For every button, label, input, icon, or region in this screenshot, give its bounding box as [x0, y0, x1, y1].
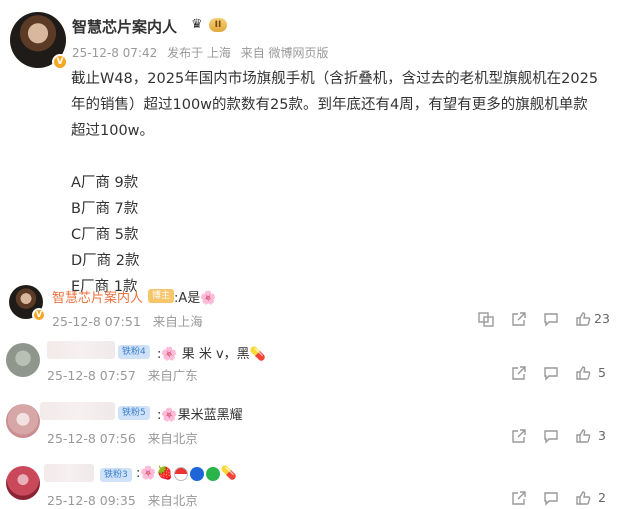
comment-item: 铁粉4 :🌸 果 米 v，黑💊 25-12-8 07:57 来自广东 5	[0, 341, 620, 385]
flower-emoji-icon: 🌸	[161, 408, 178, 423]
commenter-name[interactable]: 智慧芯片案内人	[52, 287, 143, 306]
commenter-name-blurred[interactable]	[44, 464, 94, 482]
comment-meta: 25-12-8 09:35 来自北京	[47, 490, 206, 509]
body-line: 截止W48，2025年国内市场旗舰手机（含折叠机，含过去的老机型旗舰机在2025	[71, 71, 599, 87]
comment-location: 来自广东	[147, 368, 198, 383]
like-count: 5	[598, 365, 606, 380]
comment-icon[interactable]	[541, 309, 561, 329]
verified-icon: V	[52, 54, 68, 70]
crown-icon: ♛	[191, 17, 203, 32]
like-icon[interactable]	[573, 309, 593, 329]
vendor-line: C厂商 5款	[71, 227, 139, 243]
commenter-avatar[interactable]	[6, 404, 40, 438]
comment-icon[interactable]	[541, 363, 561, 383]
post-body: 截止W48，2025年国内市场旗舰手机（含折叠机，含过去的老机型旗舰机在2025…	[71, 66, 611, 300]
comment-time: 25-12-8 09:35	[47, 493, 136, 508]
share-icon[interactable]	[509, 488, 529, 508]
pill-emoji-icon: 💊	[220, 466, 237, 481]
like-count: 3	[598, 428, 606, 443]
share-icon[interactable]	[509, 309, 529, 329]
share-icon[interactable]	[509, 363, 529, 383]
comment-location: 来自北京	[147, 493, 198, 508]
commenter-name-blurred[interactable]	[47, 341, 115, 359]
post-header: V 智慧芯片案内人 ♛ II 25-12-8 07:42 发布于 上海 来自 微…	[10, 10, 610, 70]
like-icon[interactable]	[573, 426, 593, 446]
commenter-name-blurred[interactable]	[40, 402, 115, 420]
comment-icon[interactable]	[541, 488, 561, 508]
verified-icon: V	[32, 308, 46, 322]
comment-text: :🌸 果 米 v，黑💊	[157, 343, 266, 362]
like-count: 2	[598, 490, 606, 505]
comment-text: :🌸🍓 💊	[136, 466, 237, 481]
vendor-line: B厂商 7款	[71, 201, 139, 217]
post-meta: 25-12-8 07:42 发布于 上海 来自 微博网页版	[72, 44, 335, 61]
author-name[interactable]: 智慧芯片案内人	[72, 16, 177, 37]
green-circle-icon	[205, 466, 220, 481]
comment-item: 铁粉3 :🌸🍓 💊 25-12-8 09:35 来自北京 2	[0, 464, 620, 508]
comment-item: 铁粉5 :🌸果米蓝黑耀 25-12-8 07:56 来自北京 3	[0, 402, 620, 446]
post-time[interactable]: 25-12-8 07:42	[72, 46, 157, 60]
owner-tag: 博主	[148, 289, 175, 303]
translate-icon[interactable]	[476, 309, 496, 329]
strawberry-emoji-icon: 🍓	[156, 466, 173, 481]
vendor-line: A厂商 9款	[71, 175, 139, 191]
vendor-line: D厂商 2款	[71, 253, 140, 269]
comment-meta: 25-12-8 07:51 来自上海	[52, 311, 211, 330]
body-line: 超过100w。	[71, 123, 155, 139]
comment-text-body: 果 米 v，黑	[181, 347, 250, 362]
like-icon[interactable]	[573, 363, 593, 383]
commenter-avatar[interactable]	[6, 466, 40, 500]
comment-location: 来自上海	[152, 314, 203, 329]
fan-tag: 铁粉5	[118, 406, 150, 420]
level-badge[interactable]: II	[209, 18, 227, 32]
blue-circle-icon	[189, 466, 204, 481]
comment-time: 25-12-8 07:57	[47, 368, 136, 383]
comment-icon[interactable]	[541, 426, 561, 446]
comment-time: 25-12-8 07:51	[52, 314, 141, 329]
like-count: 23	[594, 311, 610, 326]
fan-tag: 铁粉4	[118, 345, 150, 359]
author-avatar[interactable]: V	[10, 12, 68, 70]
comment-meta: 25-12-8 07:56 来自北京	[47, 428, 206, 447]
fan-tag: 铁粉3	[100, 468, 132, 482]
comment-text: :🌸果米蓝黑耀	[157, 404, 243, 423]
flower-emoji-icon: 🌸	[200, 291, 217, 306]
commenter-avatar[interactable]	[6, 343, 40, 377]
flower-emoji-icon: 🌸	[140, 466, 157, 481]
post-location: 发布于 上海	[167, 46, 231, 60]
like-icon[interactable]	[573, 488, 593, 508]
post-source: 来自 微博网页版	[240, 46, 329, 60]
pill-emoji-icon: 💊	[249, 347, 266, 362]
red-white-circle-icon	[173, 466, 188, 481]
flower-emoji-icon: 🌸	[161, 347, 178, 362]
body-line: 年的销售）超过100w的款数有25款。到年底还有4周，有望有更多的旗舰机单款	[71, 97, 588, 113]
comment-text-body: 果米蓝黑耀	[177, 408, 243, 423]
comment-text: :A是🌸	[174, 287, 216, 306]
comment-text-body: :A是	[174, 291, 201, 306]
comment-location: 来自北京	[147, 431, 198, 446]
share-icon[interactable]	[509, 426, 529, 446]
commenter-avatar[interactable]: V	[9, 285, 46, 322]
comment-meta: 25-12-8 07:57 来自广东	[47, 365, 206, 384]
comment-time: 25-12-8 07:56	[47, 431, 136, 446]
comment-item: V 智慧芯片案内人 博主 :A是🌸 25-12-8 07:51 来自上海 23	[0, 285, 620, 329]
